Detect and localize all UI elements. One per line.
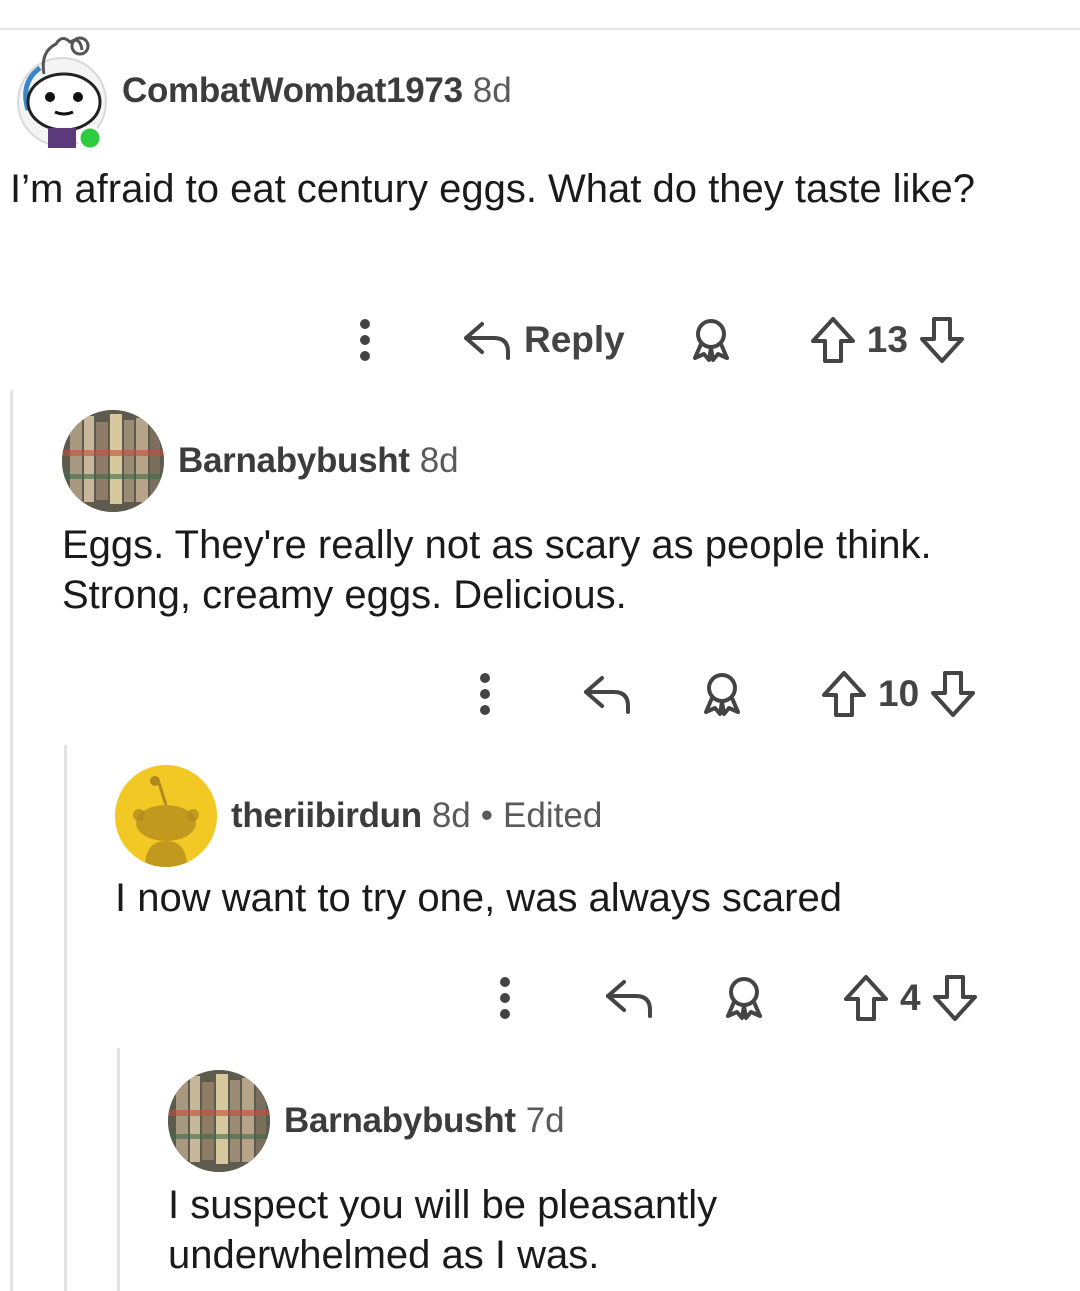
comment-username[interactable]: Barnabybusht bbox=[284, 1101, 516, 1141]
comment-barnabybusht-2: Barnabybusht 7d I suspect you will be pl… bbox=[168, 1070, 1068, 1280]
comment-username[interactable]: theriibirdun bbox=[231, 796, 422, 836]
reply-arrow-icon bbox=[464, 322, 510, 360]
more-options-button[interactable] bbox=[490, 976, 520, 1020]
more-vertical-icon bbox=[500, 977, 510, 1019]
more-options-button[interactable] bbox=[470, 672, 500, 716]
upvote-icon[interactable] bbox=[820, 669, 868, 719]
comment-age: 8d bbox=[419, 441, 459, 480]
vote-score: 13 bbox=[866, 319, 908, 360]
meta-separator: • bbox=[480, 796, 494, 835]
comment-theriibirdun: theriibirdun 8d • Edited I now want to t… bbox=[115, 765, 1065, 923]
comment-header: Barnabybusht 8d bbox=[62, 410, 1062, 512]
comment-username[interactable]: CombatWombat1973 bbox=[122, 71, 463, 111]
reply-label: Reply bbox=[524, 319, 625, 360]
comment-age: 7d bbox=[525, 1101, 565, 1140]
snoo-avatar-icon bbox=[17, 36, 107, 151]
snoo-default-avatar-icon bbox=[115, 765, 217, 867]
avatar[interactable] bbox=[115, 765, 217, 867]
comment-actions: Reply 13 bbox=[350, 310, 966, 370]
upvote-icon[interactable] bbox=[842, 973, 890, 1023]
comment-age: 8d bbox=[431, 796, 471, 835]
vote-score: 10 bbox=[878, 673, 920, 714]
comment-actions: 4 bbox=[490, 968, 979, 1028]
reply-arrow-icon bbox=[606, 980, 652, 1018]
photo-avatar-icon bbox=[168, 1070, 270, 1172]
downvote-icon[interactable] bbox=[918, 315, 966, 365]
comment-body: I now want to try one, was always scared bbox=[115, 876, 842, 920]
edited-label: Edited bbox=[503, 796, 603, 835]
comment-age: 8d bbox=[472, 71, 512, 110]
photo-avatar-icon bbox=[62, 410, 164, 512]
vote-score: 4 bbox=[900, 977, 921, 1018]
reply-button[interactable] bbox=[582, 672, 632, 716]
vote-controls: 10 bbox=[820, 669, 977, 719]
more-options-button[interactable] bbox=[350, 318, 380, 362]
comment-username[interactable]: Barnabybusht bbox=[178, 441, 410, 481]
comment-actions: 10 bbox=[470, 664, 977, 724]
downvote-icon[interactable] bbox=[929, 669, 977, 719]
comment-header: theriibirdun 8d • Edited bbox=[115, 765, 1065, 867]
online-status-dot bbox=[77, 125, 103, 151]
award-icon bbox=[692, 319, 729, 362]
reply-arrow-icon bbox=[584, 676, 630, 714]
award-button[interactable] bbox=[720, 974, 768, 1022]
comment-barnabybusht-1: Barnabybusht 8d Eggs. They're really not… bbox=[62, 410, 1062, 620]
vote-controls: 4 bbox=[842, 973, 979, 1023]
comment-body: Eggs. They're really not as scary as peo… bbox=[62, 523, 932, 617]
comment-combatwombat1973: CombatWombat1973 8d I’m afraid to eat ce… bbox=[10, 32, 1070, 214]
comment-header: Barnabybusht 7d bbox=[168, 1070, 1068, 1172]
thread-line-level-2[interactable] bbox=[64, 745, 67, 1291]
award-button[interactable] bbox=[698, 670, 746, 718]
thread-line-level-3[interactable] bbox=[117, 1048, 120, 1291]
upvote-icon[interactable] bbox=[809, 315, 857, 365]
vote-controls: 13 bbox=[809, 315, 966, 365]
more-vertical-icon bbox=[480, 673, 490, 715]
downvote-icon[interactable] bbox=[931, 973, 979, 1023]
thread-line-level-1[interactable] bbox=[10, 390, 13, 1291]
award-icon bbox=[726, 977, 762, 1020]
avatar[interactable] bbox=[62, 410, 164, 512]
reply-button[interactable] bbox=[604, 976, 654, 1020]
avatar[interactable] bbox=[168, 1070, 270, 1172]
comment-header: CombatWombat1973 8d bbox=[10, 32, 1070, 151]
avatar[interactable] bbox=[10, 32, 114, 151]
award-button[interactable] bbox=[687, 316, 735, 364]
comment-body: I’m afraid to eat century eggs. What do … bbox=[10, 167, 975, 211]
award-icon bbox=[704, 673, 740, 716]
more-vertical-icon bbox=[360, 319, 370, 361]
top-divider bbox=[0, 28, 1080, 30]
comment-body: I suspect you will be pleasantly underwh… bbox=[168, 1183, 718, 1277]
reply-button[interactable]: Reply bbox=[462, 318, 625, 362]
